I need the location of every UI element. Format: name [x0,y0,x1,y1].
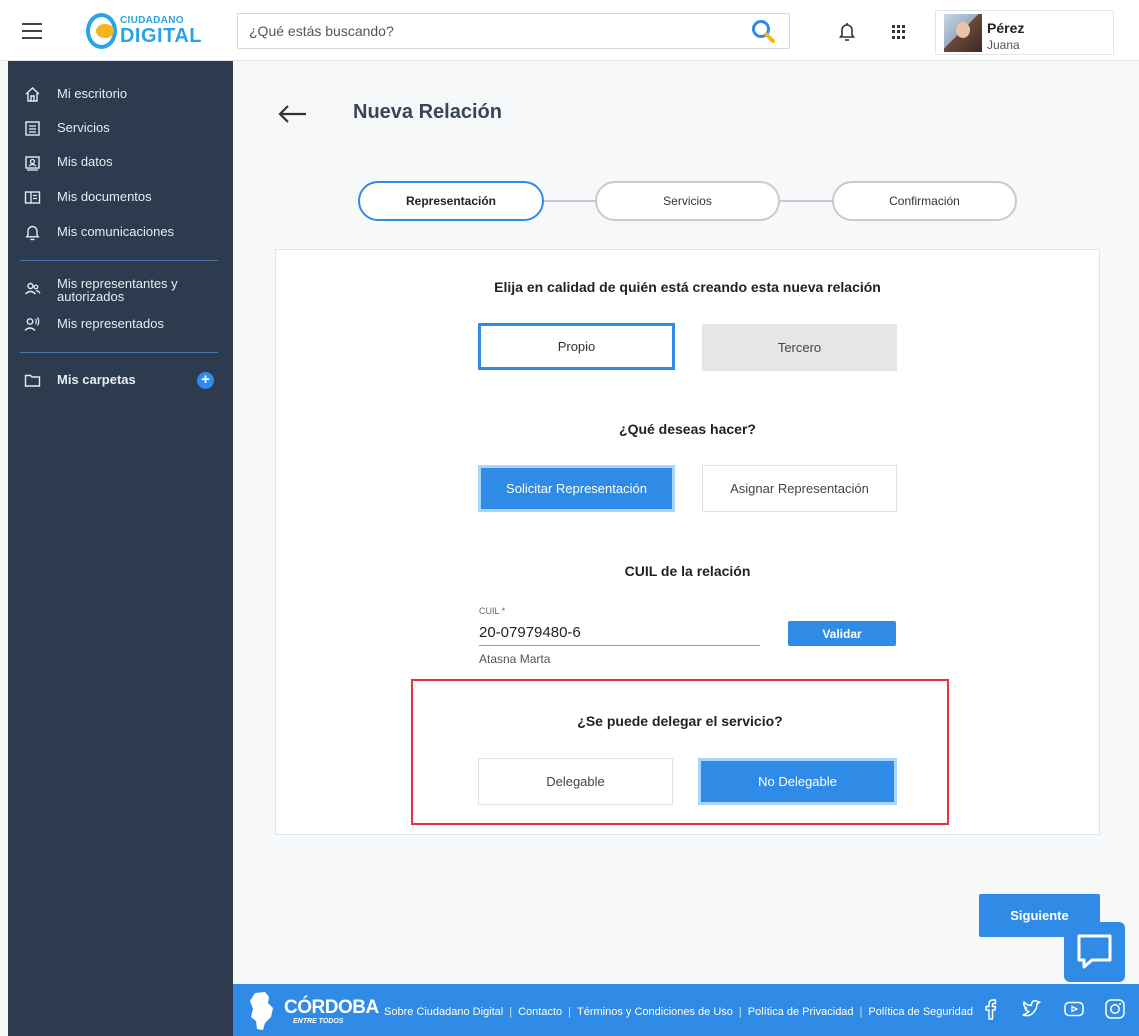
back-arrow-icon[interactable] [278,101,308,127]
footer-link-seguridad[interactable]: Política de Seguridad [868,1006,973,1018]
cuil-person-name: Atasna Marta [479,652,551,666]
footer-link-contacto[interactable]: Contacto [518,1006,562,1018]
search-icon[interactable] [751,19,777,45]
cuil-field-label: CUIL * [479,606,506,616]
youtube-icon[interactable] [1063,998,1085,1020]
cordoba-map-icon[interactable] [247,991,277,1031]
footer-links: Sobre Ciudadano Digital | Contacto | Término… [384,1006,973,1018]
sidebar-item-label: Mis representantes y autorizados [57,276,178,304]
sidebar-item-label: Mis documentos [57,189,152,204]
logo-main-text: DIGITAL [119,25,202,47]
step-representacion[interactable]: Representación [358,181,544,221]
sidebar-item-mis-documentos[interactable]: Mis documentos [8,184,233,212]
user-last-name: Pérez [987,20,1025,36]
footer: CÓRDOBA ENTRE TODOS Sobre Ciudadano Digi… [233,984,1139,1036]
sidebar-item-label: Mis representados [57,316,164,331]
chat-icon [1077,934,1112,969]
sidebar-item-mis-representantes[interactable]: Mis representantes y autorizados [8,275,233,303]
q3-title: ¿Se puede delegar el servicio? [577,713,783,729]
sidebar-item-label: Mis carpetas [57,372,136,387]
validate-button[interactable]: Validar [788,621,896,646]
logo-mark-icon [86,13,117,49]
document-icon [24,191,41,204]
instagram-icon[interactable] [1104,998,1126,1020]
home-icon [25,87,40,102]
user-first-name: Juana [987,38,1020,52]
ciudadano-digital-logo[interactable]: CIUDADANO DIGITAL [86,12,202,50]
people-icon [25,282,41,295]
option-propio-button[interactable]: Propio [478,323,675,370]
sidebar-item-label: Servicios [57,120,110,135]
q2-title: ¿Qué deseas hacer? [619,421,756,437]
footer-link-privacidad[interactable]: Política de Privacidad [748,1006,854,1018]
user-profile-button[interactable]: Pérez Juana [935,10,1114,55]
q1-title: Elija en calidad de quién está creando e… [494,279,881,295]
cuil-title: CUIL de la relación [624,563,751,579]
step-confirmacion[interactable]: Confirmación [832,181,1017,221]
search-box [237,13,790,49]
sidebar-divider [20,352,218,353]
cordoba-logo[interactable]: CÓRDOBA ENTRE TODOS [284,998,379,1025]
person-voice-icon [24,317,40,332]
stepper-connector [542,200,597,202]
asignar-representacion-button[interactable]: Asignar Representación [702,465,897,512]
apps-grid-icon[interactable] [892,25,906,39]
facebook-icon[interactable] [980,998,1002,1020]
folder-icon [24,374,41,387]
avatar [944,14,982,52]
cordoba-brand: CÓRDOBA [284,997,379,1018]
list-icon [25,121,40,136]
sidebar-item-label: Mi escritorio [57,86,128,101]
sidebar-item-mis-representados[interactable]: Mis representados [8,311,233,339]
cuil-input[interactable] [479,619,760,646]
sidebar-item-mis-datos[interactable]: Mis datos [8,149,233,177]
menu-icon[interactable] [22,23,42,39]
sidebar-divider [20,260,218,261]
notifications-bell-icon[interactable] [838,22,856,42]
id-card-icon [25,156,40,171]
sidebar-item-mis-comunicaciones[interactable]: Mis comunicaciones [8,219,233,247]
step-servicios[interactable]: Servicios [595,181,780,221]
search-input[interactable] [238,14,718,48]
sidebar-item-label: Mis datos [57,154,113,169]
no-delegable-button[interactable]: No Delegable [698,758,897,805]
cordoba-brand-sub: ENTRE TODOS [293,1018,344,1025]
page-title: Nueva Relación [353,101,502,123]
sidebar-item-label: Mis comunicaciones [57,224,175,239]
solicitar-representacion-button[interactable]: Solicitar Representación [478,465,675,512]
sidebar: Mi escritorio Servicios Mis datos Mis do… [8,61,233,1036]
add-folder-icon[interactable]: + [197,372,214,389]
twitter-icon[interactable] [1021,998,1043,1020]
stepper-connector [778,200,834,202]
bell-icon [25,225,40,241]
delegable-button[interactable]: Delegable [478,758,673,805]
chat-button[interactable] [1064,922,1125,982]
sidebar-item-servicios[interactable]: Servicios [8,115,233,143]
footer-link-sobre[interactable]: Sobre Ciudadano Digital [384,1006,503,1018]
option-tercero-button[interactable]: Tercero [702,324,897,371]
footer-link-terminos[interactable]: Términos y Condiciones de Uso [577,1006,733,1018]
top-bar: CIUDADANO DIGITAL Pérez Juana [0,0,1139,61]
sidebar-item-mi-escritorio[interactable]: Mi escritorio [8,81,233,109]
